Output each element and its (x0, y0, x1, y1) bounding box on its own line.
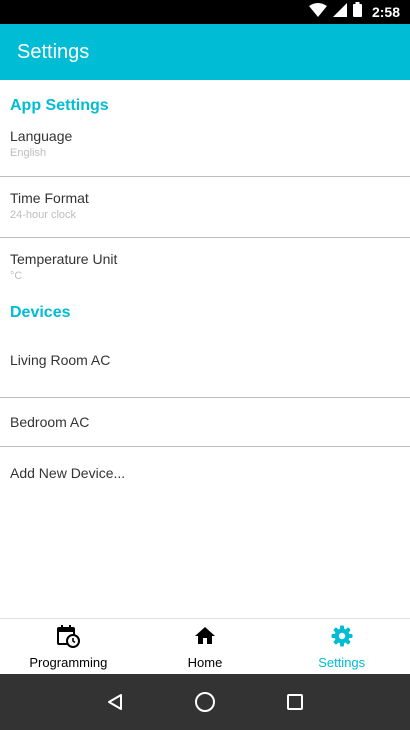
recents-button[interactable] (280, 687, 310, 717)
nav-item-settings[interactable]: Settings (273, 619, 410, 674)
setting-value: 24-hour clock (10, 209, 77, 221)
page-title: Settings (17, 40, 90, 63)
bottom-navigation: Programming Home Settings (0, 618, 410, 674)
setting-value: °C (10, 270, 23, 282)
add-device-button[interactable]: Add New Device... (0, 447, 410, 487)
setting-label: Temperature Unit (10, 251, 118, 267)
settings-list: App Settings Language English Time Forma… (0, 80, 410, 618)
wifi-icon (308, 2, 327, 22)
setting-label: Language (10, 128, 73, 144)
nav-item-programming[interactable]: Programming (0, 619, 137, 674)
nav-label: Home (187, 654, 223, 670)
setting-label: Time Format (10, 190, 89, 206)
nav-label: Settings (318, 654, 366, 670)
nav-label: Programming (29, 654, 108, 670)
gear-icon (330, 624, 354, 653)
system-navigation-bar (0, 674, 410, 730)
add-device-label: Add New Device... (10, 465, 126, 481)
square-recents-icon (287, 694, 303, 710)
status-time: 2:58 (371, 4, 400, 20)
setting-value: English (10, 147, 47, 159)
device-item[interactable]: Living Room AC (0, 352, 410, 398)
setting-time-format[interactable]: Time Format 24-hour clock (0, 177, 410, 238)
home-icon (193, 624, 217, 653)
section-header-app-settings: App Settings (10, 97, 109, 114)
status-bar: 2:58 (0, 0, 410, 24)
setting-language[interactable]: Language English (0, 128, 410, 177)
device-label: Living Room AC (10, 352, 111, 368)
circle-home-icon (195, 692, 215, 712)
home-system-button[interactable] (190, 687, 220, 717)
calendar-clock-icon (56, 624, 81, 653)
battery-icon (352, 2, 362, 22)
device-label: Bedroom AC (10, 414, 90, 430)
back-button[interactable] (100, 687, 130, 717)
section-header-devices: Devices (10, 304, 71, 321)
app-bar: Settings (0, 24, 410, 80)
setting-temperature-unit[interactable]: Temperature Unit °C (0, 238, 410, 304)
nav-item-home[interactable]: Home (137, 619, 274, 674)
cellular-signal-icon (332, 2, 347, 22)
device-item[interactable]: Bedroom AC (0, 398, 410, 447)
back-icon (108, 694, 122, 710)
